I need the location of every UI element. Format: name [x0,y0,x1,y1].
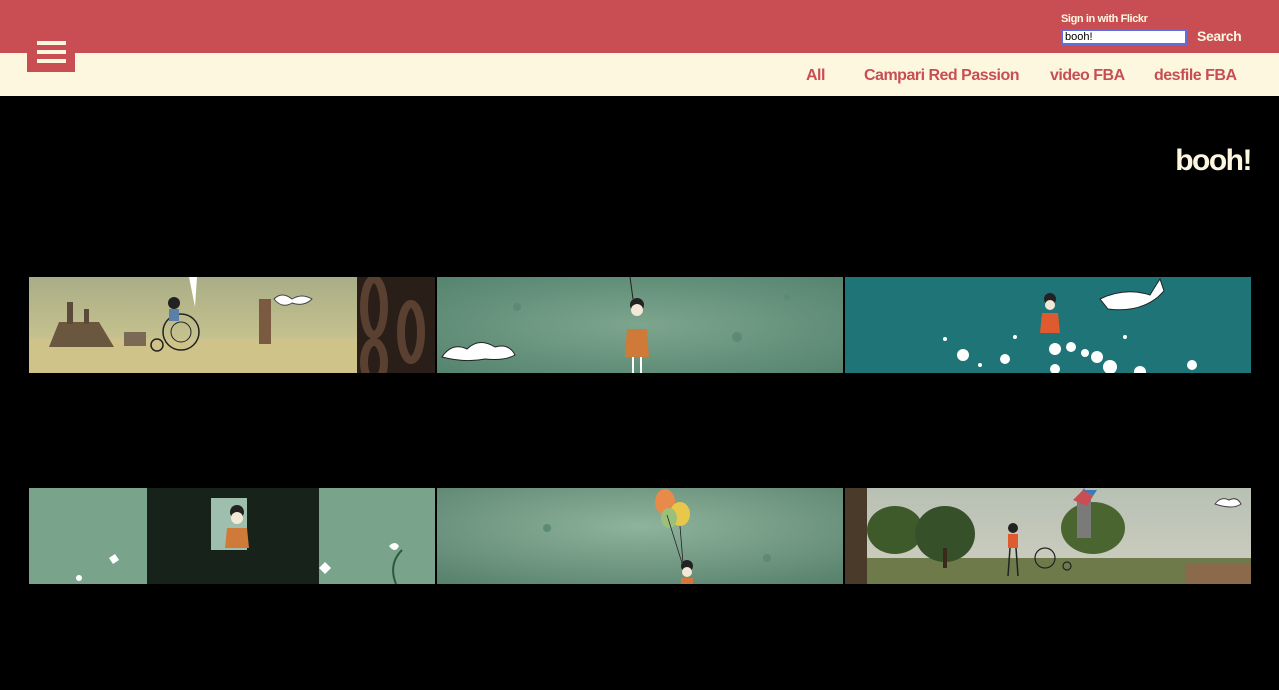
thumbnail-image [845,488,1251,584]
thumbnail-image [437,488,843,584]
gallery-thumbnail[interactable] [437,277,843,373]
search-input[interactable] [1061,29,1187,45]
thumbnail-image [29,488,435,584]
nav-item-all[interactable]: All [806,67,825,85]
nav-item-desfile-fba[interactable]: desfile FBA [1154,67,1237,85]
hamburger-icon-line [36,58,66,63]
nav-item-video-fba[interactable]: video FBA [1050,67,1125,85]
gallery-thumbnail[interactable] [845,277,1251,373]
gallery-thumbnail[interactable] [29,277,435,373]
gallery-thumbnail[interactable] [29,488,435,584]
hamburger-icon-line [36,49,66,54]
nav-item-campari-red-passion[interactable]: Campari Red Passion [864,67,1020,85]
gallery-thumbnail[interactable] [437,488,843,584]
top-header-bar [0,0,1279,53]
hamburger-menu-button[interactable] [27,31,75,72]
thumbnail-image [29,277,435,373]
signin-flickr-link[interactable]: Sign in with Flickr [1061,13,1148,25]
search-button[interactable]: Search [1197,28,1242,44]
thumbnail-image [845,277,1251,373]
gallery-thumbnail[interactable] [845,488,1251,584]
thumbnail-image [437,277,843,373]
page-title: booh! [1175,144,1252,177]
hamburger-icon [36,40,66,45]
